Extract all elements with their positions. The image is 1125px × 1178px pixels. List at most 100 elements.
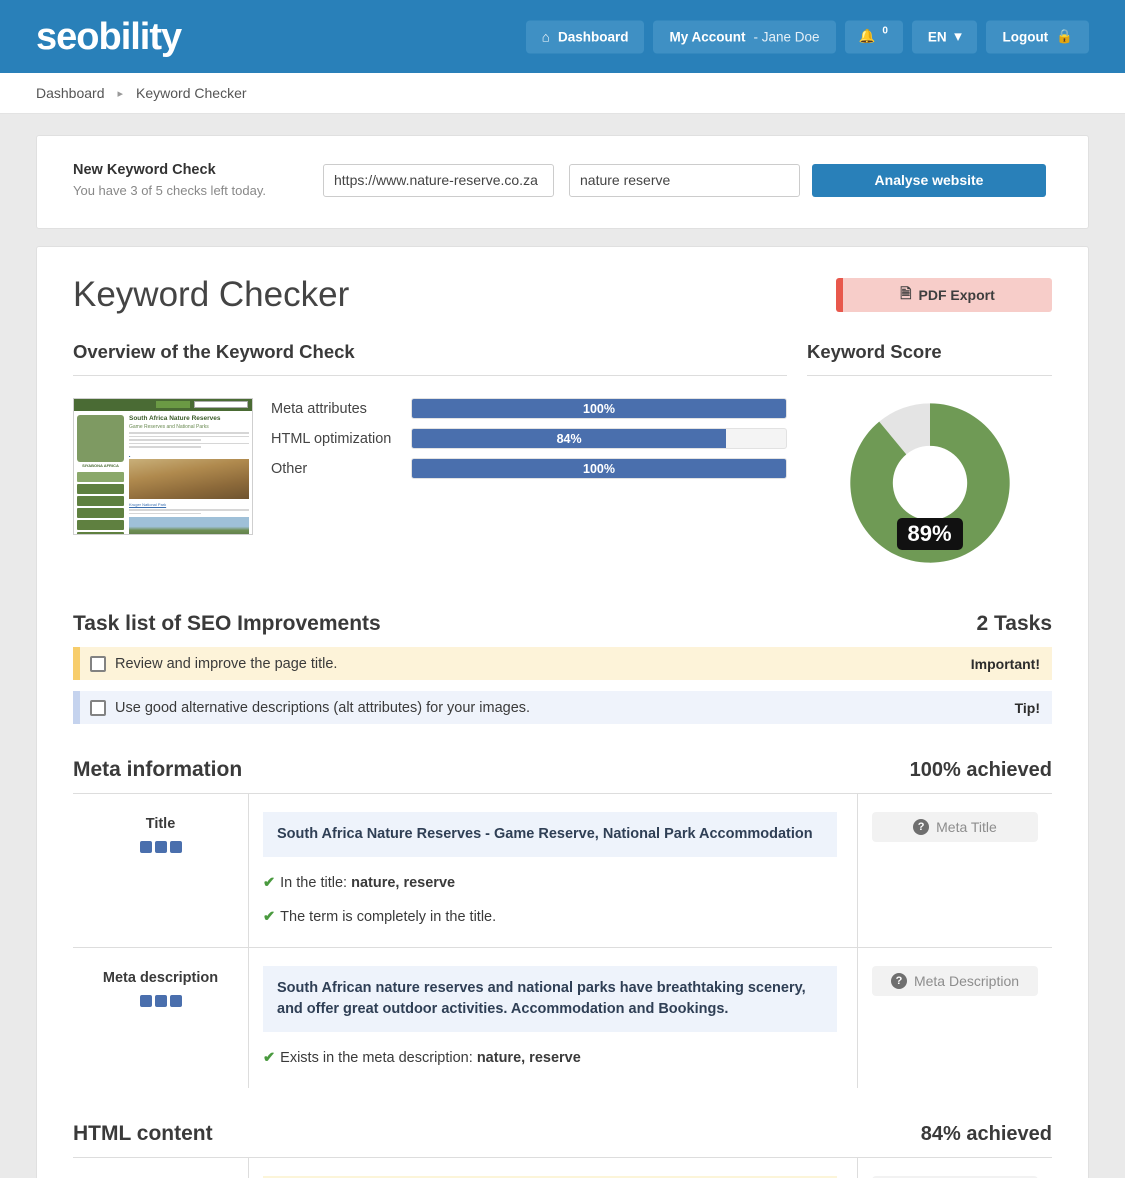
breadcrumb-current: Keyword Checker (136, 85, 247, 101)
bar-track: 100% (411, 398, 787, 419)
mini-site-content: South Africa Nature Reserves Game Reserv… (129, 415, 249, 534)
task-count: 2 Tasks (976, 612, 1053, 635)
new-check-info: New Keyword Check You have 3 of 5 checks… (73, 162, 323, 198)
result-help-cell: ? Meta Title (857, 794, 1052, 948)
html-content-section: HTML content 84% achieved Image SEO ▬Not… (55, 1122, 1070, 1178)
bar-fill: 100% (412, 399, 786, 418)
mini-site-nav-item (77, 495, 124, 506)
help-button-meta-description[interactable]: ? Meta Description (872, 966, 1038, 997)
website-thumbnail[interactable]: SIYABONA AFRICA South Africa Nature Rese… (73, 398, 253, 535)
mini-site-park-link: Kruger National Park (129, 501, 167, 507)
result-row-title: Title South Africa Nature Reserves - Gam… (73, 794, 1052, 949)
task-checkbox[interactable] (90, 655, 106, 672)
result-note: ✔ Exists in the meta description: nature,… (263, 1050, 837, 1066)
bar-track: 84% (411, 428, 787, 449)
new-check-title: New Keyword Check (73, 162, 216, 178)
check-icon: ✔ (263, 875, 276, 892)
mini-site-nav-item (77, 483, 124, 494)
bar-row-html-optimization: HTML optimization 84% (271, 428, 787, 449)
mini-site-cta (156, 401, 190, 408)
meta-description-highlight: South African nature reserves and nation… (263, 966, 837, 1033)
keyword-input[interactable] (569, 163, 800, 197)
section-heading: HTML content (73, 1122, 213, 1146)
task-checkbox[interactable] (90, 699, 106, 716)
result-body: ▬Not found in an image title: nature, re… (249, 1158, 857, 1178)
mini-site-sidebar: SIYABONA AFRICA (77, 415, 124, 534)
result-body: South Africa Nature Reserves - Game Rese… (249, 794, 857, 947)
mini-site-nav (77, 471, 124, 534)
meta-information-header: Meta information 100% achieved (73, 758, 1052, 794)
new-check-quota: You have 3 of 5 checks left today. (73, 183, 266, 198)
mini-site-text-line (129, 512, 201, 515)
rating-pip (154, 995, 167, 1008)
mini-site-nav-item (77, 531, 124, 534)
mini-site-search (194, 401, 248, 408)
pdf-export-button[interactable]: 🗎 PDF Export (836, 278, 1052, 312)
page-title: Keyword Checker (73, 275, 350, 314)
overview-heading: Overview of the Keyword Check (73, 341, 787, 376)
mini-site-logo-text: SIYABONA AFRICA (82, 463, 119, 468)
result-label-cell: Image SEO (73, 1158, 249, 1178)
task-row-tip[interactable]: Use good alternative descriptions (alt a… (73, 691, 1052, 724)
nav-dashboard-label: Dashboard (557, 29, 629, 44)
seobility-logo[interactable]: seobility (36, 18, 182, 56)
rating-pip (139, 841, 152, 853)
result-label: Title (145, 816, 176, 832)
result-label-cell: Title (73, 794, 249, 948)
task-severity-label: Important! (970, 655, 1040, 672)
nav-logout-button[interactable]: Logout 🔒 (986, 20, 1089, 53)
help-button-meta-title[interactable]: ? Meta Title (872, 812, 1038, 842)
result-note: ✔ The term is completely in the title. (263, 909, 837, 925)
result-row-image-seo: Image SEO ▬Not found in an image title: … (73, 1158, 1052, 1178)
note-text: The term is completely in the title. (280, 909, 497, 926)
mini-site-nav-item (77, 507, 124, 518)
mini-site-text-line (129, 508, 249, 511)
task-row-important[interactable]: Review and improve the page title. Impor… (73, 647, 1052, 680)
breadcrumb-dashboard-link[interactable]: Dashboard (36, 85, 105, 101)
note-text: Exists in the meta description: (280, 1050, 477, 1067)
donut-hole (892, 445, 967, 521)
top-navigation: ⌂ Dashboard My Account - Jane Doe 🔔 0 EN… (525, 20, 1089, 53)
section-achieved: 100% achieved (909, 759, 1052, 781)
task-list-section: Task list of SEO Improvements 2 Tasks Re… (55, 612, 1070, 724)
mini-site-leopard-photo (129, 458, 249, 499)
mini-site-text-line (129, 435, 249, 438)
nav-account-label: My Account (669, 29, 746, 44)
notification-count-badge: 0 (882, 25, 888, 36)
lock-icon: 🔒 (1056, 28, 1073, 44)
breadcrumb: Dashboard ▸ Keyword Checker (0, 73, 1125, 114)
mini-site-landscape-photo (129, 517, 249, 534)
mini-site-text-line (129, 432, 249, 434)
page-title-row: Keyword Checker 🗎 PDF Export (55, 275, 1070, 315)
bar-fill: 84% (412, 429, 727, 448)
mini-site-title: South Africa Nature Reserves (129, 415, 221, 422)
bell-icon: 🔔 (858, 28, 876, 44)
mini-site-text-line (129, 439, 201, 441)
html-content-header: HTML content 84% achieved (73, 1122, 1052, 1159)
keyword-score-donut-wrapper: 89% (807, 398, 1052, 568)
nav-notifications-button[interactable]: 🔔 0 (844, 20, 903, 53)
rating-pip (139, 995, 152, 1008)
pdf-file-icon: 🗎 (900, 285, 912, 301)
help-label: Meta Title (936, 819, 997, 835)
nav-my-account-button[interactable]: My Account - Jane Doe (653, 20, 836, 53)
bar-label: HTML optimization (271, 430, 392, 447)
task-text: Review and improve the page title. (115, 655, 338, 672)
rating-pip (169, 841, 182, 853)
nav-language-selector[interactable]: EN ▾ (911, 20, 978, 53)
website-url-input[interactable] (323, 163, 554, 197)
task-severity-accent (73, 691, 80, 724)
chevron-down-icon: ▾ (954, 28, 962, 44)
rating-pips (83, 841, 238, 853)
pdf-export-label: PDF Export (918, 287, 995, 303)
result-row-meta-description: Meta description South African nature re… (73, 948, 1052, 1089)
bar-fill: 100% (412, 459, 786, 478)
analyse-website-button[interactable]: Analyse website (812, 163, 1046, 197)
title-value-highlight: South Africa Nature Reserves - Game Rese… (263, 812, 837, 858)
overview-column: Overview of the Keyword Check SIYABONA A… (73, 341, 807, 568)
nav-dashboard-button[interactable]: ⌂ Dashboard (525, 20, 645, 53)
section-achieved: 84% achieved (920, 1123, 1052, 1146)
nav-language-label: EN (927, 29, 947, 44)
mini-site-logo (77, 415, 124, 462)
new-keyword-check-panel: New Keyword Check You have 3 of 5 checks… (36, 135, 1089, 229)
